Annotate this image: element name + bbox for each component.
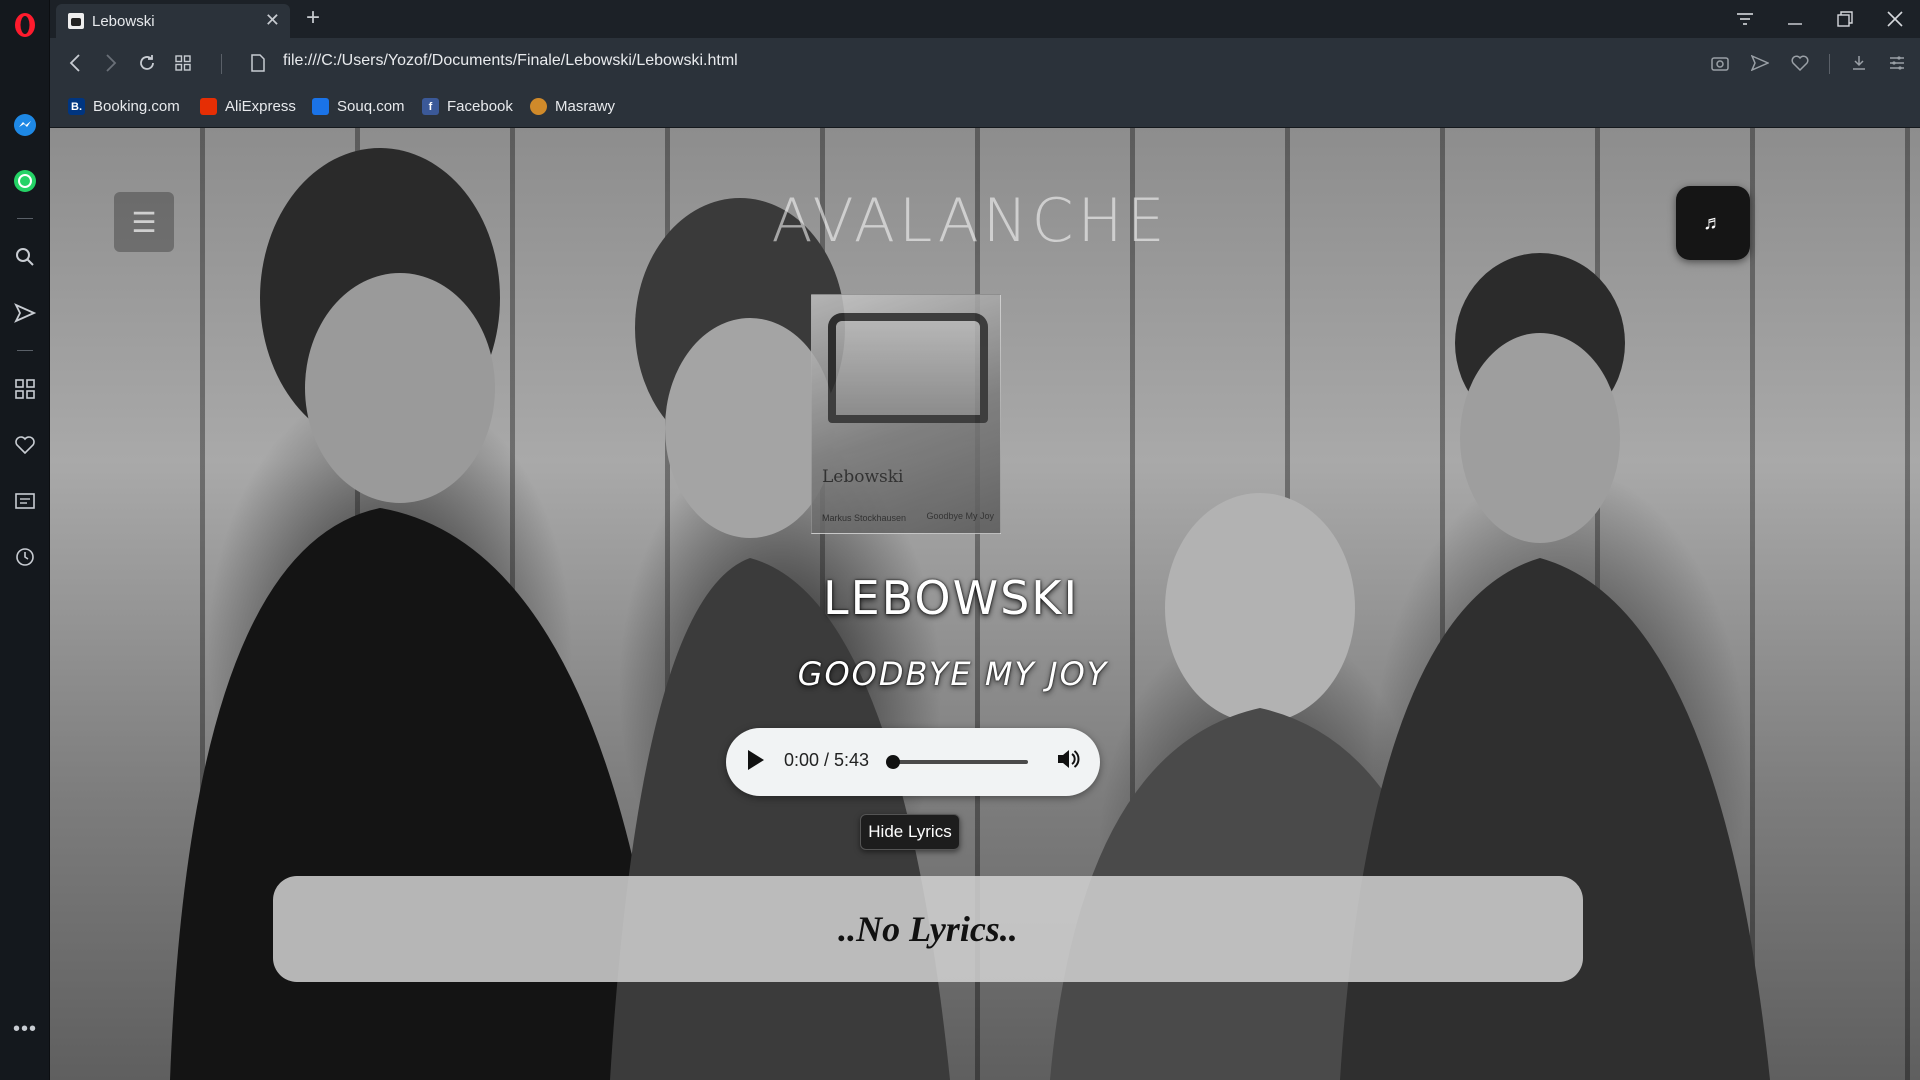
tab-bar: Lebowski ✕ + [50,0,1920,38]
snapshot-icon[interactable] [1705,48,1735,78]
bookmark-aliexpress[interactable]: AliExpress [200,98,296,115]
messenger-icon[interactable] [10,110,40,140]
tab-menu-icon[interactable] [1722,0,1768,38]
minimize-icon[interactable] [1772,0,1818,38]
tab-close-icon[interactable]: ✕ [265,10,280,31]
new-tab-button[interactable]: + [306,4,320,32]
masrawy-icon [530,98,547,115]
more-options-icon[interactable]: ••• [10,1014,40,1044]
news-icon[interactable] [10,486,40,516]
tab-favicon-icon [68,13,84,29]
file-page-icon [243,48,273,78]
address-toolbar: file:///C:/Users/Yozof/Documents/Finale/… [50,38,1920,88]
bookmarks-bar: B. Booking.com AliExpress Souq.com f Fac… [50,88,1920,128]
facebook-icon: f [422,98,439,115]
bookmark-label: Booking.com [93,98,180,115]
reload-icon[interactable] [132,48,162,78]
cover-band-name: Lebowski [822,467,904,487]
speed-dial-icon[interactable] [10,374,40,404]
lyrics-panel: ..No Lyrics.. [273,876,1583,982]
send-icon[interactable] [10,298,40,328]
time-display: 0:00 / 5:43 [784,750,870,770]
cover-credit: Markus Stockhausen [822,513,907,523]
page-content: ☰ AVALANCHE ♬ Lebowski Markus Stockhause… [50,128,1920,1080]
seek-bar[interactable] [888,760,1028,764]
heart-icon[interactable] [10,430,40,460]
close-window-icon[interactable] [1872,0,1918,38]
cover-car-window [828,313,988,423]
back-icon[interactable] [60,48,90,78]
bookmark-masrawy[interactable]: Masrawy [530,98,615,115]
artist-name: LEBOWSKI [822,571,1080,625]
forward-icon[interactable] [96,48,126,78]
opera-logo-icon[interactable] [10,10,40,40]
album-cover: Lebowski Markus Stockhausen Goodbye My J… [811,294,1001,534]
tab-lebowski[interactable]: Lebowski ✕ [56,4,290,38]
aliexpress-icon [200,98,217,115]
easy-setup-icon[interactable] [1882,48,1912,78]
music-note-button[interactable]: ♬ [1676,186,1750,260]
bookmark-booking[interactable]: B. Booking.com [68,98,180,115]
browser-sidebar: ••• [0,0,50,1080]
search-icon[interactable] [10,242,40,272]
tab-title: Lebowski [92,12,155,30]
seek-thumb[interactable] [886,755,900,769]
send-page-icon[interactable] [1745,48,1775,78]
bookmark-facebook[interactable]: f Facebook [422,98,513,115]
play-icon[interactable] [748,750,764,770]
lyrics-text: ..No Lyrics.. [838,909,1018,949]
site-title: AVALANCHE [771,186,1169,256]
restore-icon[interactable] [1822,0,1868,38]
toolbar-divider [1829,54,1830,74]
bookmark-souq[interactable]: Souq.com [312,98,405,115]
volume-icon[interactable] [1056,748,1080,776]
url-field[interactable]: file:///C:/Users/Yozof/Documents/Finale/… [283,52,738,70]
whatsapp-icon[interactable] [10,166,40,196]
toolbar-divider [221,54,222,74]
history-icon[interactable] [10,542,40,572]
bookmark-label: Souq.com [337,98,405,115]
souq-icon [312,98,329,115]
audio-player: 0:00 / 5:43 [726,728,1100,796]
bookmark-heart-icon[interactable] [1785,48,1815,78]
bookmark-label: Facebook [447,98,513,115]
song-title: GOODBYE MY JOY [797,655,1109,693]
booking-icon: B. [68,98,85,115]
sidebar-divider [17,218,33,219]
hide-lyrics-button[interactable]: Hide Lyrics [860,814,960,850]
bookmark-label: Masrawy [555,98,616,115]
bookmark-label: AliExpress [225,98,296,115]
download-icon[interactable] [1844,48,1874,78]
tab-grid-icon[interactable] [168,48,198,78]
cover-song: Goodbye My Joy [926,511,994,521]
sidebar-divider [17,350,33,351]
